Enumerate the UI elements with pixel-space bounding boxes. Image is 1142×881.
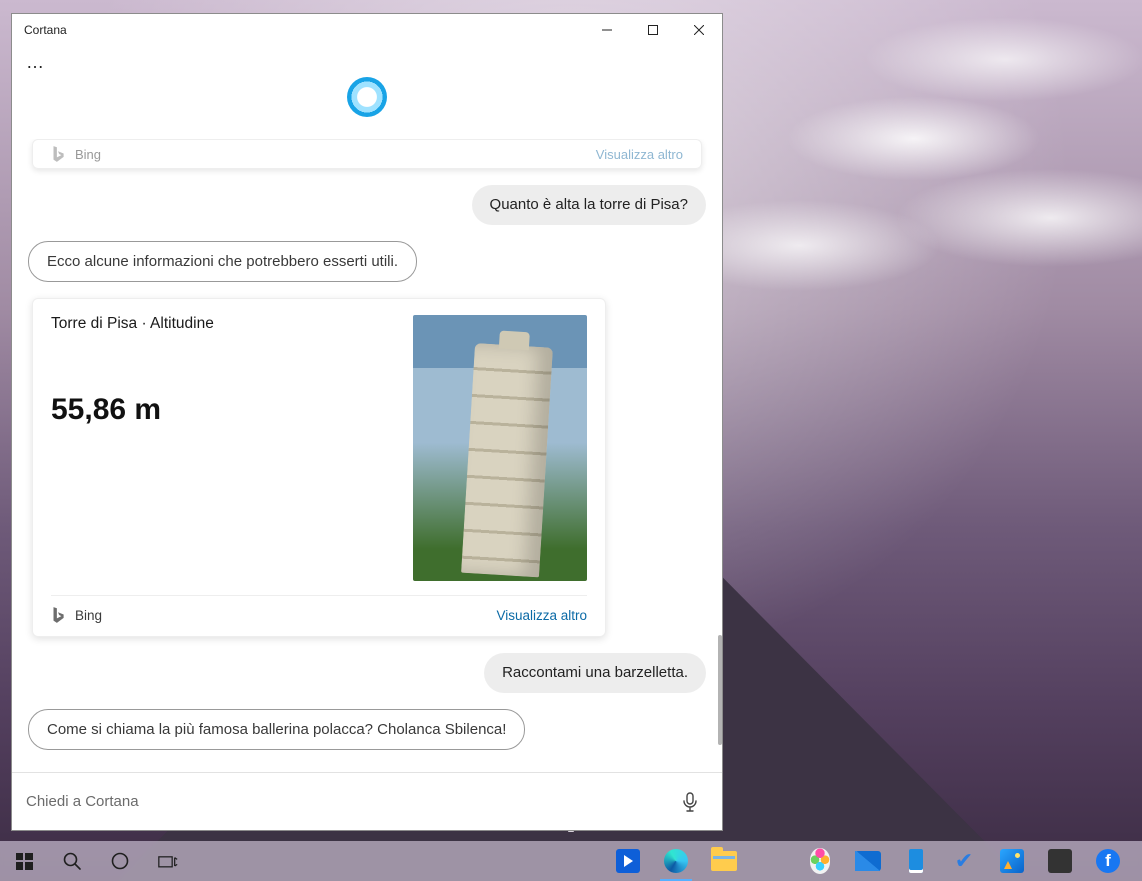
overflow-menu-button[interactable]: …: [12, 46, 722, 73]
window-title: Cortana: [24, 23, 67, 37]
taskbar-app-edge[interactable]: [652, 841, 700, 881]
taskbar-app-video[interactable]: [604, 841, 652, 881]
paint-icon: [810, 848, 830, 874]
taskbar-app-todo[interactable]: ✔: [940, 841, 988, 881]
bing-source: Bing: [51, 606, 102, 624]
taskbar-app-file-explorer[interactable]: [700, 841, 748, 881]
cortana-ring-icon: [110, 851, 130, 871]
answer-card[interactable]: Torre di Pisa · Altitudine 55,86 m Bing …: [32, 298, 606, 637]
user-message: Quanto è alta la torre di Pisa?: [472, 185, 706, 225]
bing-source-label: Bing: [51, 145, 101, 163]
ask-input[interactable]: [26, 793, 666, 810]
bing-source-label: Bing: [75, 608, 102, 623]
taskbar-app-facebook[interactable]: f: [1084, 841, 1132, 881]
taskbar-app-your-phone[interactable]: [892, 841, 940, 881]
todo-icon: ✔: [952, 849, 976, 873]
phone-icon: [909, 849, 923, 873]
minimize-button[interactable]: [584, 14, 630, 46]
assistant-message: Ecco alcune informazioni che potrebbero …: [28, 241, 417, 283]
file-explorer-icon: [711, 851, 737, 871]
cortana-logo-icon: [347, 77, 387, 117]
taskbar-left: [0, 841, 192, 881]
search-button[interactable]: [48, 841, 96, 881]
assistant-message: Come si chiama la più famosa ballerina p…: [28, 709, 525, 751]
maximize-button[interactable]: [630, 14, 676, 46]
titlebar[interactable]: Cortana: [12, 14, 722, 46]
office-icon: [760, 849, 784, 873]
task-view-icon: [158, 851, 178, 871]
edge-icon: [664, 849, 688, 873]
search-icon: [62, 851, 82, 871]
card-title: Torre di Pisa · Altitudine: [51, 315, 214, 333]
task-view-button[interactable]: [144, 841, 192, 881]
card-value: 55,86 m: [51, 393, 214, 427]
video-icon: [616, 849, 640, 873]
taskbar-app-office[interactable]: [748, 841, 796, 881]
scrollbar-thumb[interactable]: [718, 635, 722, 745]
taskbar-app-paint[interactable]: [796, 841, 844, 881]
window-controls: [584, 14, 722, 46]
input-bar: [12, 772, 722, 830]
pisa-tower-icon: [461, 343, 553, 577]
start-button[interactable]: [0, 841, 48, 881]
facebook-icon: f: [1096, 849, 1120, 873]
view-more-link[interactable]: Visualizza altro: [496, 608, 587, 623]
taskbar-app-ms-store[interactable]: [1036, 841, 1084, 881]
microphone-icon: [682, 792, 698, 812]
card-image: [413, 315, 587, 581]
taskbar-right: ✔ f: [604, 841, 1132, 881]
mail-icon: [855, 851, 881, 871]
windows-logo-icon: [16, 853, 33, 870]
taskbar: ✔ f: [0, 841, 1142, 881]
taskbar-app-photos[interactable]: [988, 841, 1036, 881]
photos-icon: [1000, 849, 1024, 873]
previous-answer-card[interactable]: Bing Visualizza altro: [32, 139, 702, 169]
taskbar-app-mail[interactable]: [844, 841, 892, 881]
microphone-button[interactable]: [676, 788, 704, 816]
bing-icon: [51, 145, 65, 163]
ms-store-icon: [1048, 849, 1072, 873]
user-message: Raccontami una barzelletta.: [484, 653, 706, 693]
cortana-window: Cortana …: [11, 13, 723, 831]
bing-icon: [51, 606, 65, 624]
cortana-button[interactable]: [96, 841, 144, 881]
chat-pane[interactable]: Bing Visualizza altro Quanto è alta la t…: [12, 139, 722, 772]
desktop: Cortana …: [0, 0, 1142, 881]
logo-row: [12, 73, 722, 139]
close-button[interactable]: [676, 14, 722, 46]
previous-view-more-link[interactable]: Visualizza altro: [596, 147, 683, 162]
